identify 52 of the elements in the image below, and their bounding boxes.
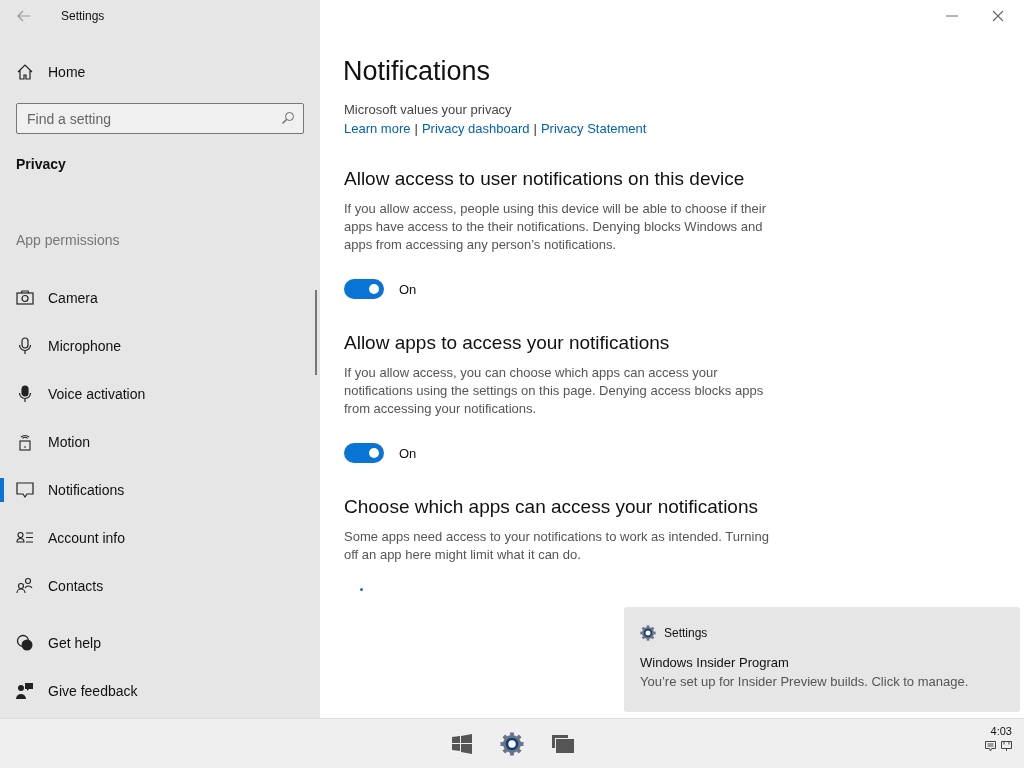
nav-item[interactable]: Motion bbox=[0, 418, 320, 466]
microphone-icon bbox=[16, 385, 34, 403]
toast-message: You’re set up for Insider Preview builds. Click to manage. bbox=[640, 674, 970, 689]
speech-bubble-icon bbox=[16, 481, 34, 499]
toast-app-name: Settings bbox=[664, 626, 708, 640]
home-nav-item[interactable]: Home bbox=[0, 49, 320, 95]
person-speech-icon bbox=[16, 682, 34, 700]
close-icon[interactable] bbox=[992, 10, 1004, 22]
microphone-icon bbox=[16, 337, 34, 355]
windows-logo-icon[interactable] bbox=[452, 733, 472, 754]
section-heading: Privacy bbox=[15, 156, 67, 172]
section-heading: Choose which apps can access your notifications bbox=[344, 496, 759, 518]
nav-item[interactable]: Contacts bbox=[0, 562, 320, 610]
section-description: If you allow access, you can choose which apps can access your notifications using the settings on this page. Denying access blocks apps from accessing your notifications. bbox=[344, 364, 765, 418]
section-description: If you allow access, people using this device will be able to choose if their apps have access to the their notifications. Denying blocks Windows and apps from accessing any person’s notifications. bbox=[344, 200, 767, 254]
section-description: Some apps need access to your notifications to work as intended. Turning off an app here might limit what it can do. bbox=[344, 528, 770, 564]
page-title: Notifications bbox=[343, 56, 492, 87]
toggle-label: On bbox=[399, 445, 417, 461]
nav-item[interactable]: Camera bbox=[0, 274, 320, 322]
search-icon bbox=[281, 111, 295, 125]
toggle-switch[interactable] bbox=[344, 443, 384, 463]
privacy-link[interactable]: Learn more bbox=[344, 121, 411, 136]
nav-item[interactable]: Microphone bbox=[0, 322, 320, 370]
settings-icon[interactable] bbox=[500, 731, 524, 756]
section-heading: Allow access to user notifications on this device bbox=[344, 168, 746, 190]
nav-link[interactable]: Give feedback bbox=[0, 667, 320, 715]
camera-icon bbox=[16, 289, 34, 307]
nav-link[interactable]: Get help bbox=[0, 619, 320, 667]
privacy-link[interactable]: Privacy dashboard bbox=[421, 121, 530, 136]
clock[interactable]: 4:03 bbox=[990, 725, 1012, 737]
group-label: App permissions bbox=[15, 232, 121, 248]
motion-sensor-icon bbox=[16, 433, 34, 451]
privacy-link[interactable]: Privacy Statement bbox=[540, 121, 647, 136]
notification-toast[interactable]: Settings Windows Insider Program You’re set up for Insider Preview builds. Click to manage. bbox=[624, 607, 1020, 712]
search-field[interactable]: Find a setting bbox=[16, 103, 304, 134]
toggle-switch[interactable] bbox=[344, 279, 384, 299]
nav-item[interactable]: Voice activation bbox=[0, 370, 320, 418]
scrollbar-thumb[interactable] bbox=[315, 290, 317, 375]
privacy-text: Microsoft values your privacy bbox=[344, 102, 513, 117]
window-title: Settings bbox=[61, 9, 105, 23]
people-icon bbox=[16, 577, 34, 595]
toast-title: Windows Insider Program bbox=[640, 655, 790, 670]
settings-icon bbox=[640, 625, 656, 641]
nav-item[interactable]: Account info bbox=[0, 514, 320, 562]
link-separator: | bbox=[414, 121, 418, 136]
task-view-icon[interactable] bbox=[552, 734, 574, 753]
home-icon bbox=[16, 63, 34, 81]
nav-item[interactable]: Notifications bbox=[0, 466, 320, 514]
action-center-icon[interactable] bbox=[985, 741, 996, 752]
section-heading: Allow apps to access your notifications bbox=[344, 332, 671, 354]
toggle-label: On bbox=[399, 281, 417, 297]
link-separator: | bbox=[533, 121, 537, 136]
